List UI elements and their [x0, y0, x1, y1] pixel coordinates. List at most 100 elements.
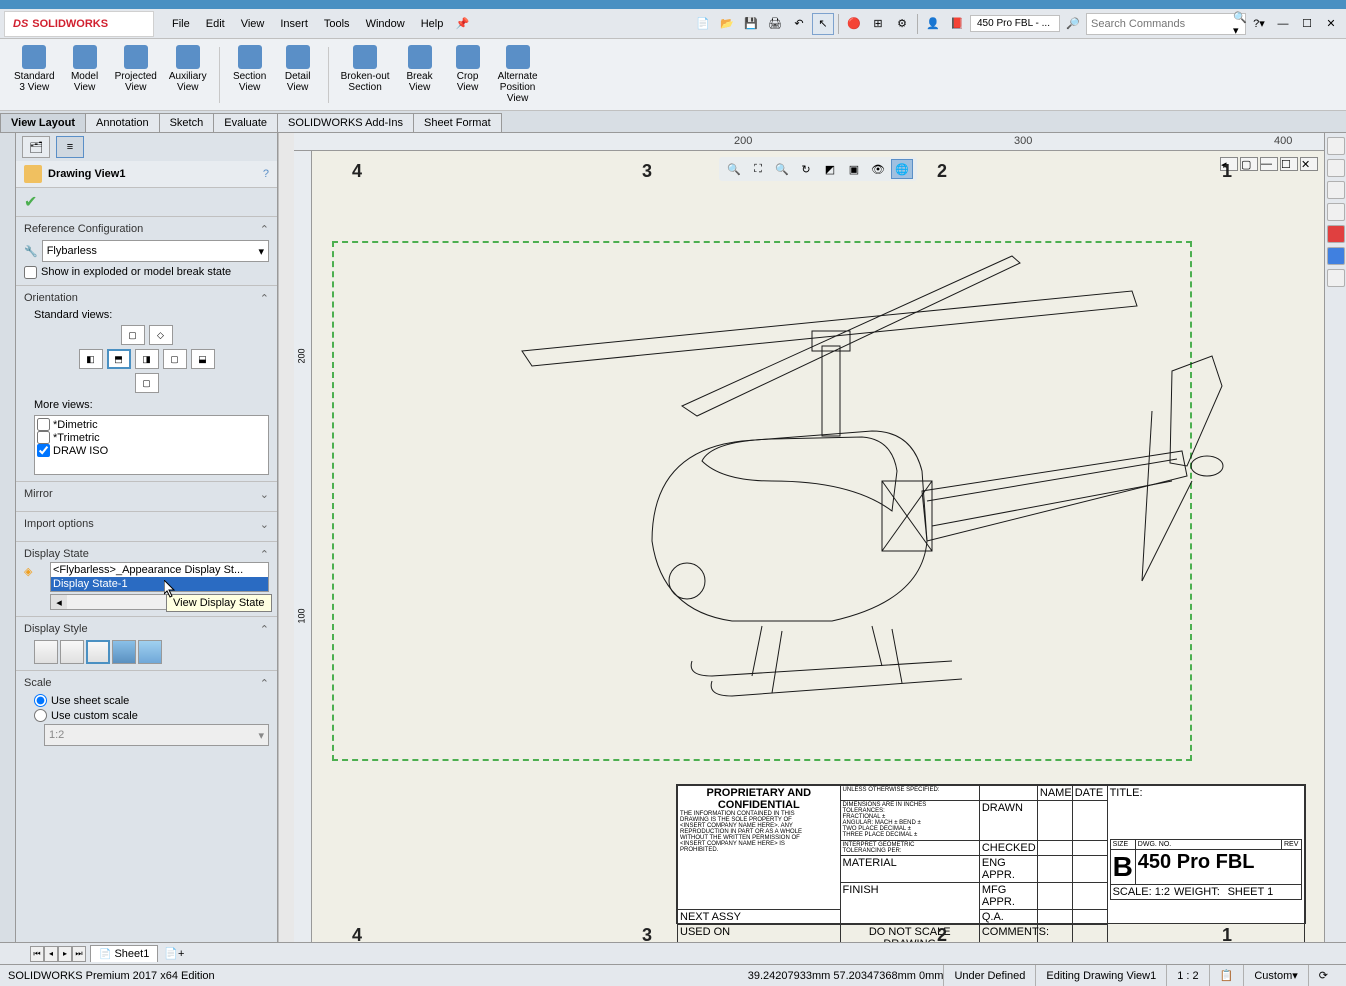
ribbon-std3[interactable]: Standard 3 View	[8, 43, 61, 95]
refresh-icon[interactable]: ⟳	[1308, 965, 1338, 986]
ribbon-proj[interactable]: Projected View	[109, 43, 163, 95]
pin-icon[interactable]: 📌	[451, 13, 473, 35]
undo-icon[interactable]: ↶	[788, 13, 810, 35]
hide-icon[interactable]: 👁	[867, 159, 889, 179]
save-icon[interactable]: 💾	[740, 13, 762, 35]
minimize-icon[interactable]: —	[1272, 13, 1294, 35]
ribbon-crop[interactable]: Crop View	[444, 43, 492, 95]
menu-window[interactable]: Window	[358, 14, 413, 34]
home-icon[interactable]	[1327, 137, 1345, 155]
collapse-icon[interactable]: ⌃	[260, 623, 269, 636]
ribbon-model[interactable]: Model View	[61, 43, 109, 95]
tab-evaluate[interactable]: Evaluate	[213, 113, 278, 132]
options-icon[interactable]: ⊞	[867, 13, 889, 35]
style-wireframe[interactable]	[34, 640, 58, 664]
more-view-item[interactable]: *Dimetric	[37, 418, 266, 431]
ribbon-alt[interactable]: Alternate Position View	[492, 43, 544, 106]
view-bottom[interactable]: ⬓	[191, 349, 215, 369]
maximize-icon[interactable]: ☐	[1296, 13, 1318, 35]
zoom-area-icon[interactable]: ⛶	[747, 159, 769, 179]
tab-sheet-format[interactable]: Sheet Format	[413, 113, 502, 132]
view-iso[interactable]: ◇	[149, 325, 173, 345]
more-view-checkbox[interactable]	[37, 418, 50, 431]
tab-annotation[interactable]: Annotation	[85, 113, 160, 132]
more-view-checkbox[interactable]	[37, 431, 50, 444]
panel-help-icon[interactable]: ?	[263, 168, 269, 180]
view-back[interactable]: ▢	[163, 349, 187, 369]
drawing-view[interactable]	[452, 181, 1232, 721]
exploded-checkbox[interactable]	[24, 266, 37, 279]
search-icon[interactable]: 🔍▾	[1233, 11, 1247, 37]
ribbon-break[interactable]: Break View	[396, 43, 444, 95]
search-toggle-icon[interactable]: 🔎	[1062, 13, 1084, 35]
menu-insert[interactable]: Insert	[272, 14, 316, 34]
settings-icon[interactable]: ⚙	[891, 13, 913, 35]
annotations-icon[interactable]: 📋	[1209, 965, 1244, 986]
display-state-item-selected[interactable]: Display State-1	[51, 577, 268, 591]
scroll-left-icon[interactable]: ◂	[51, 595, 67, 609]
user-icon[interactable]: 👤	[922, 13, 944, 35]
view-front[interactable]: ▢	[121, 325, 145, 345]
tab-solidworks-add-ins[interactable]: SOLIDWORKS Add-Ins	[277, 113, 414, 132]
zoom-fit-icon[interactable]: 🔍	[723, 159, 745, 179]
sheet-scale-radio[interactable]	[34, 694, 47, 707]
add-sheet-icon[interactable]: 📄+	[158, 947, 190, 960]
style-shaded[interactable]	[138, 640, 162, 664]
drawing-canvas[interactable]: 200 100 ◂▢—☐✕ 🔍 ⛶ 🔍 ↻ ◩ ▣ 👁 🌐 4 3 2	[294, 151, 1324, 942]
select-icon[interactable]: ↖	[812, 13, 834, 35]
zoom-prev-icon[interactable]: 🔍	[771, 159, 793, 179]
expand-icon[interactable]: ⌄	[260, 518, 269, 531]
last-sheet-icon[interactable]: ⏭	[72, 946, 86, 962]
more-view-item[interactable]: *Trimetric	[37, 431, 266, 444]
more-view-checkbox[interactable]	[37, 444, 50, 457]
palette-icon[interactable]	[1327, 225, 1345, 243]
appearances-icon[interactable]	[1327, 247, 1345, 265]
ribbon-broken[interactable]: Broken-out Section	[335, 43, 396, 95]
view-right[interactable]: ◨	[135, 349, 159, 369]
collapse-icon[interactable]: ⌃	[260, 292, 269, 305]
collapse-icon[interactable]: ⌃	[260, 223, 269, 236]
view-top[interactable]: ⬒	[107, 349, 131, 369]
property-mgr-tab[interactable]: ≡	[56, 136, 84, 158]
collapse-icon[interactable]: ⌃	[260, 548, 269, 561]
menu-view[interactable]: View	[233, 14, 273, 34]
ok-icon[interactable]: ✔	[24, 194, 37, 211]
new-icon[interactable]: 📄	[692, 13, 714, 35]
first-sheet-icon[interactable]: ⏮	[30, 946, 44, 962]
config-combo[interactable]: Flybarless▾	[42, 240, 269, 262]
tab-view-layout[interactable]: View Layout	[0, 113, 86, 132]
print-icon[interactable]: 🖨	[764, 13, 786, 35]
more-view-item[interactable]: DRAW ISO	[37, 444, 266, 457]
help-icon[interactable]: ?▾	[1248, 13, 1270, 35]
custom-scale-radio[interactable]	[34, 709, 47, 722]
more-views-list[interactable]: *Dimetric*TrimetricDRAW ISO	[34, 415, 269, 475]
menu-help[interactable]: Help	[413, 14, 452, 34]
feature-tree-tab[interactable]: 🗂	[22, 136, 50, 158]
scale-status[interactable]: 1 : 2	[1166, 965, 1208, 986]
search-commands[interactable]: 🔍▾	[1086, 13, 1246, 35]
section-icon[interactable]: ◩	[819, 159, 841, 179]
style-hidden-removed[interactable]	[86, 640, 110, 664]
appearance-icon[interactable]: 🌐	[891, 159, 913, 179]
view-below[interactable]: ▢	[135, 373, 159, 393]
ribbon-section[interactable]: Section View	[226, 43, 274, 95]
ribbon-detail[interactable]: Detail View	[274, 43, 322, 95]
tab-sketch[interactable]: Sketch	[159, 113, 215, 132]
rebuild-icon[interactable]: 🔴	[843, 13, 865, 35]
panel-scrollbar[interactable]	[278, 133, 294, 942]
chevron-down-icon[interactable]: ▾	[258, 245, 264, 258]
style-hidden-visible[interactable]	[60, 640, 84, 664]
collapse-icon[interactable]: ⌃	[260, 677, 269, 690]
style-shaded-edges[interactable]	[112, 640, 136, 664]
menu-tools[interactable]: Tools	[316, 14, 358, 34]
display-state-list[interactable]: <Flybarless>_Appearance Display St... Di…	[50, 562, 269, 592]
next-sheet-icon[interactable]: ▸	[58, 946, 72, 962]
display-icon[interactable]: ▣	[843, 159, 865, 179]
expand-icon[interactable]: ⌄	[260, 488, 269, 501]
sheet-tab[interactable]: 📄Sheet1	[90, 945, 158, 962]
resources-icon[interactable]	[1327, 159, 1345, 177]
view-left[interactable]: ◧	[79, 349, 103, 369]
doc-icon[interactable]: 📕	[946, 13, 968, 35]
units-status[interactable]: Custom ▾	[1243, 965, 1307, 986]
explorer-icon[interactable]	[1327, 203, 1345, 221]
